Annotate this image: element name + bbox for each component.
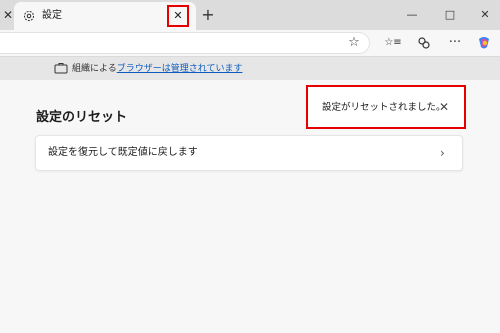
favorites-icon[interactable]: ☆≡	[384, 34, 402, 52]
address-bar[interactable]	[0, 32, 370, 54]
gear-icon	[23, 10, 35, 22]
close-icon[interactable]: ✕	[436, 99, 452, 115]
previous-tab-close-icon[interactable]: ✕	[2, 8, 14, 22]
minimize-button[interactable]: —	[402, 5, 422, 25]
more-icon[interactable]: ···	[446, 34, 464, 52]
managed-notice-text: 組織によるブラウザーは管理されています	[72, 62, 242, 76]
tab-settings[interactable]: 設定 ✕	[14, 2, 196, 30]
restore-defaults-item[interactable]: 設定を復元して既定値に戻します ›	[35, 135, 463, 171]
star-icon[interactable]: ☆	[345, 34, 363, 52]
close-icon: ✕	[173, 9, 183, 22]
reset-toast: 設定がリセットされました。 ✕	[306, 85, 466, 129]
window-close-button[interactable]: ✕	[475, 5, 495, 25]
tab-close-button[interactable]: ✕	[167, 5, 189, 27]
managed-notice-bar: 組織によるブラウザーは管理されています	[0, 56, 500, 80]
briefcase-icon	[54, 63, 68, 74]
managed-prefix: 組織による	[72, 64, 117, 74]
collections-icon[interactable]	[415, 34, 433, 52]
restore-defaults-label: 設定を復元して既定値に戻します	[48, 147, 198, 158]
toast-message: 設定がリセットされました。	[322, 102, 446, 113]
new-tab-button[interactable]: +	[198, 5, 218, 25]
browser-toolbar: ☆ ☆≡ ···	[0, 30, 500, 56]
chevron-right-icon: ›	[440, 146, 445, 160]
maximize-button[interactable]: □	[440, 5, 460, 25]
page-title: 設定のリセット	[36, 110, 128, 125]
tab-strip: ✕ 設定 ✕ + — □ ✕	[0, 0, 500, 30]
tab-title: 設定	[42, 10, 62, 21]
managed-link[interactable]: ブラウザーは管理されています	[117, 64, 243, 74]
copilot-icon[interactable]	[475, 34, 493, 52]
